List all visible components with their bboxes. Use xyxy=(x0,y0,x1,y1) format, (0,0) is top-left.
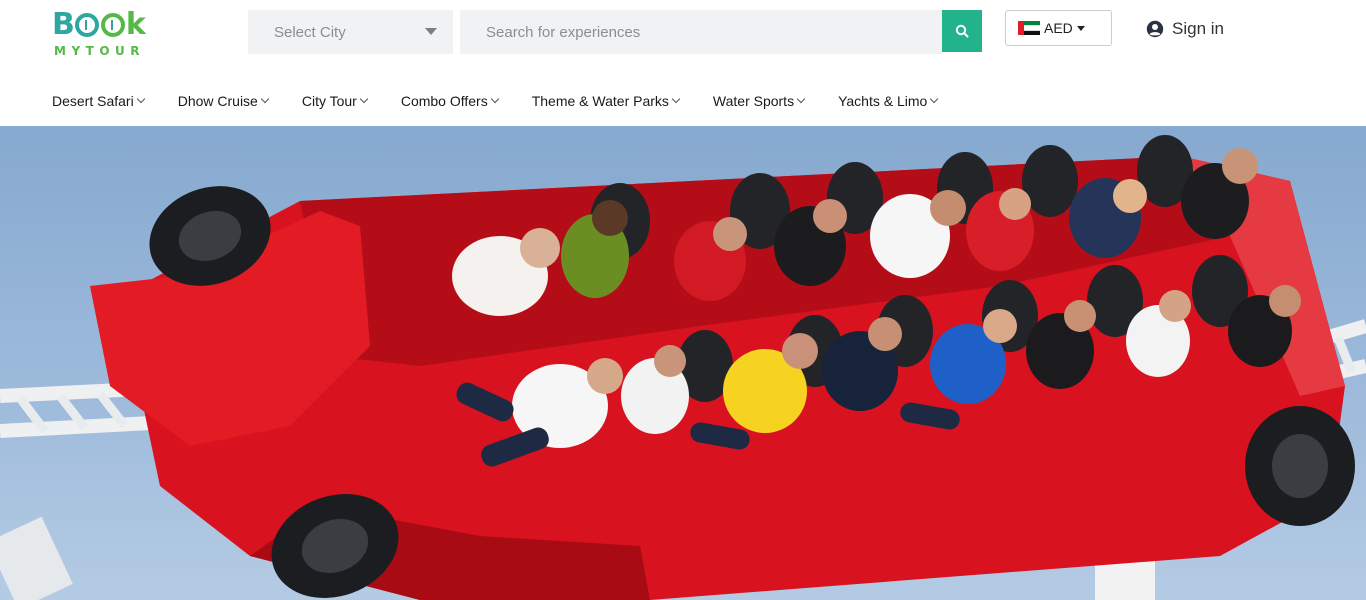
nav-item-label: Desert Safari xyxy=(52,93,134,109)
nav-item-yachts-limo[interactable]: Yachts & Limo xyxy=(838,93,939,109)
nav-item-label: City Tour xyxy=(301,93,357,109)
nav-item-water-sports[interactable]: Water Sports xyxy=(712,93,806,109)
chevron-down-icon xyxy=(796,94,806,104)
nav-item-label: Theme & Water Parks xyxy=(531,93,669,109)
roller-coaster-photo xyxy=(0,135,1366,600)
nav-item-city-tour[interactable]: City Tour xyxy=(301,93,369,109)
uae-flag-icon xyxy=(1018,21,1040,35)
chevron-down-icon xyxy=(260,94,270,104)
nav-item-label: Yachts & Limo xyxy=(838,93,928,109)
main-nav: Desert Safari Dhow Cruise City Tour Comb… xyxy=(52,93,971,109)
chevron-down-icon xyxy=(490,94,499,104)
nav-item-label: Dhow Cruise xyxy=(177,93,258,109)
caret-down-icon xyxy=(425,28,437,35)
brand-logo[interactable]: Bk MYTOUR xyxy=(52,8,164,62)
nav-item-desert-safari[interactable]: Desert Safari xyxy=(52,93,145,109)
search-field[interactable] xyxy=(460,10,942,54)
chevron-down-icon xyxy=(930,94,939,104)
search-input[interactable] xyxy=(486,23,942,41)
sign-in-link[interactable]: Sign in xyxy=(1146,19,1224,39)
site-header: Bk MYTOUR Select City AED xyxy=(0,0,1366,126)
nav-item-label: Water Sports xyxy=(712,93,795,109)
chevron-down-icon xyxy=(671,94,681,104)
nav-item-dhow-cruise[interactable]: Dhow Cruise xyxy=(177,93,270,109)
hero-banner[interactable] xyxy=(0,126,1366,600)
currency-dropdown[interactable]: AED xyxy=(1005,10,1112,46)
user-icon xyxy=(1146,20,1164,38)
chevron-down-icon xyxy=(359,94,369,104)
nav-item-label: Combo Offers xyxy=(400,93,488,109)
nav-item-theme-water-parks[interactable]: Theme & Water Parks xyxy=(531,93,681,109)
nav-item-combo-offers[interactable]: Combo Offers xyxy=(400,93,499,109)
city-select-value: Select City xyxy=(274,23,346,41)
search-button[interactable] xyxy=(942,10,982,52)
chevron-down-icon xyxy=(136,94,145,104)
logo-wordmark: Bk xyxy=(52,7,146,42)
caret-down-icon xyxy=(1076,25,1085,31)
city-select[interactable]: Select City xyxy=(248,10,453,54)
search-icon xyxy=(955,24,969,38)
currency-label: AED xyxy=(1044,20,1073,36)
logo-tagline: MYTOUR xyxy=(54,44,146,58)
sign-in-label: Sign in xyxy=(1172,19,1224,38)
